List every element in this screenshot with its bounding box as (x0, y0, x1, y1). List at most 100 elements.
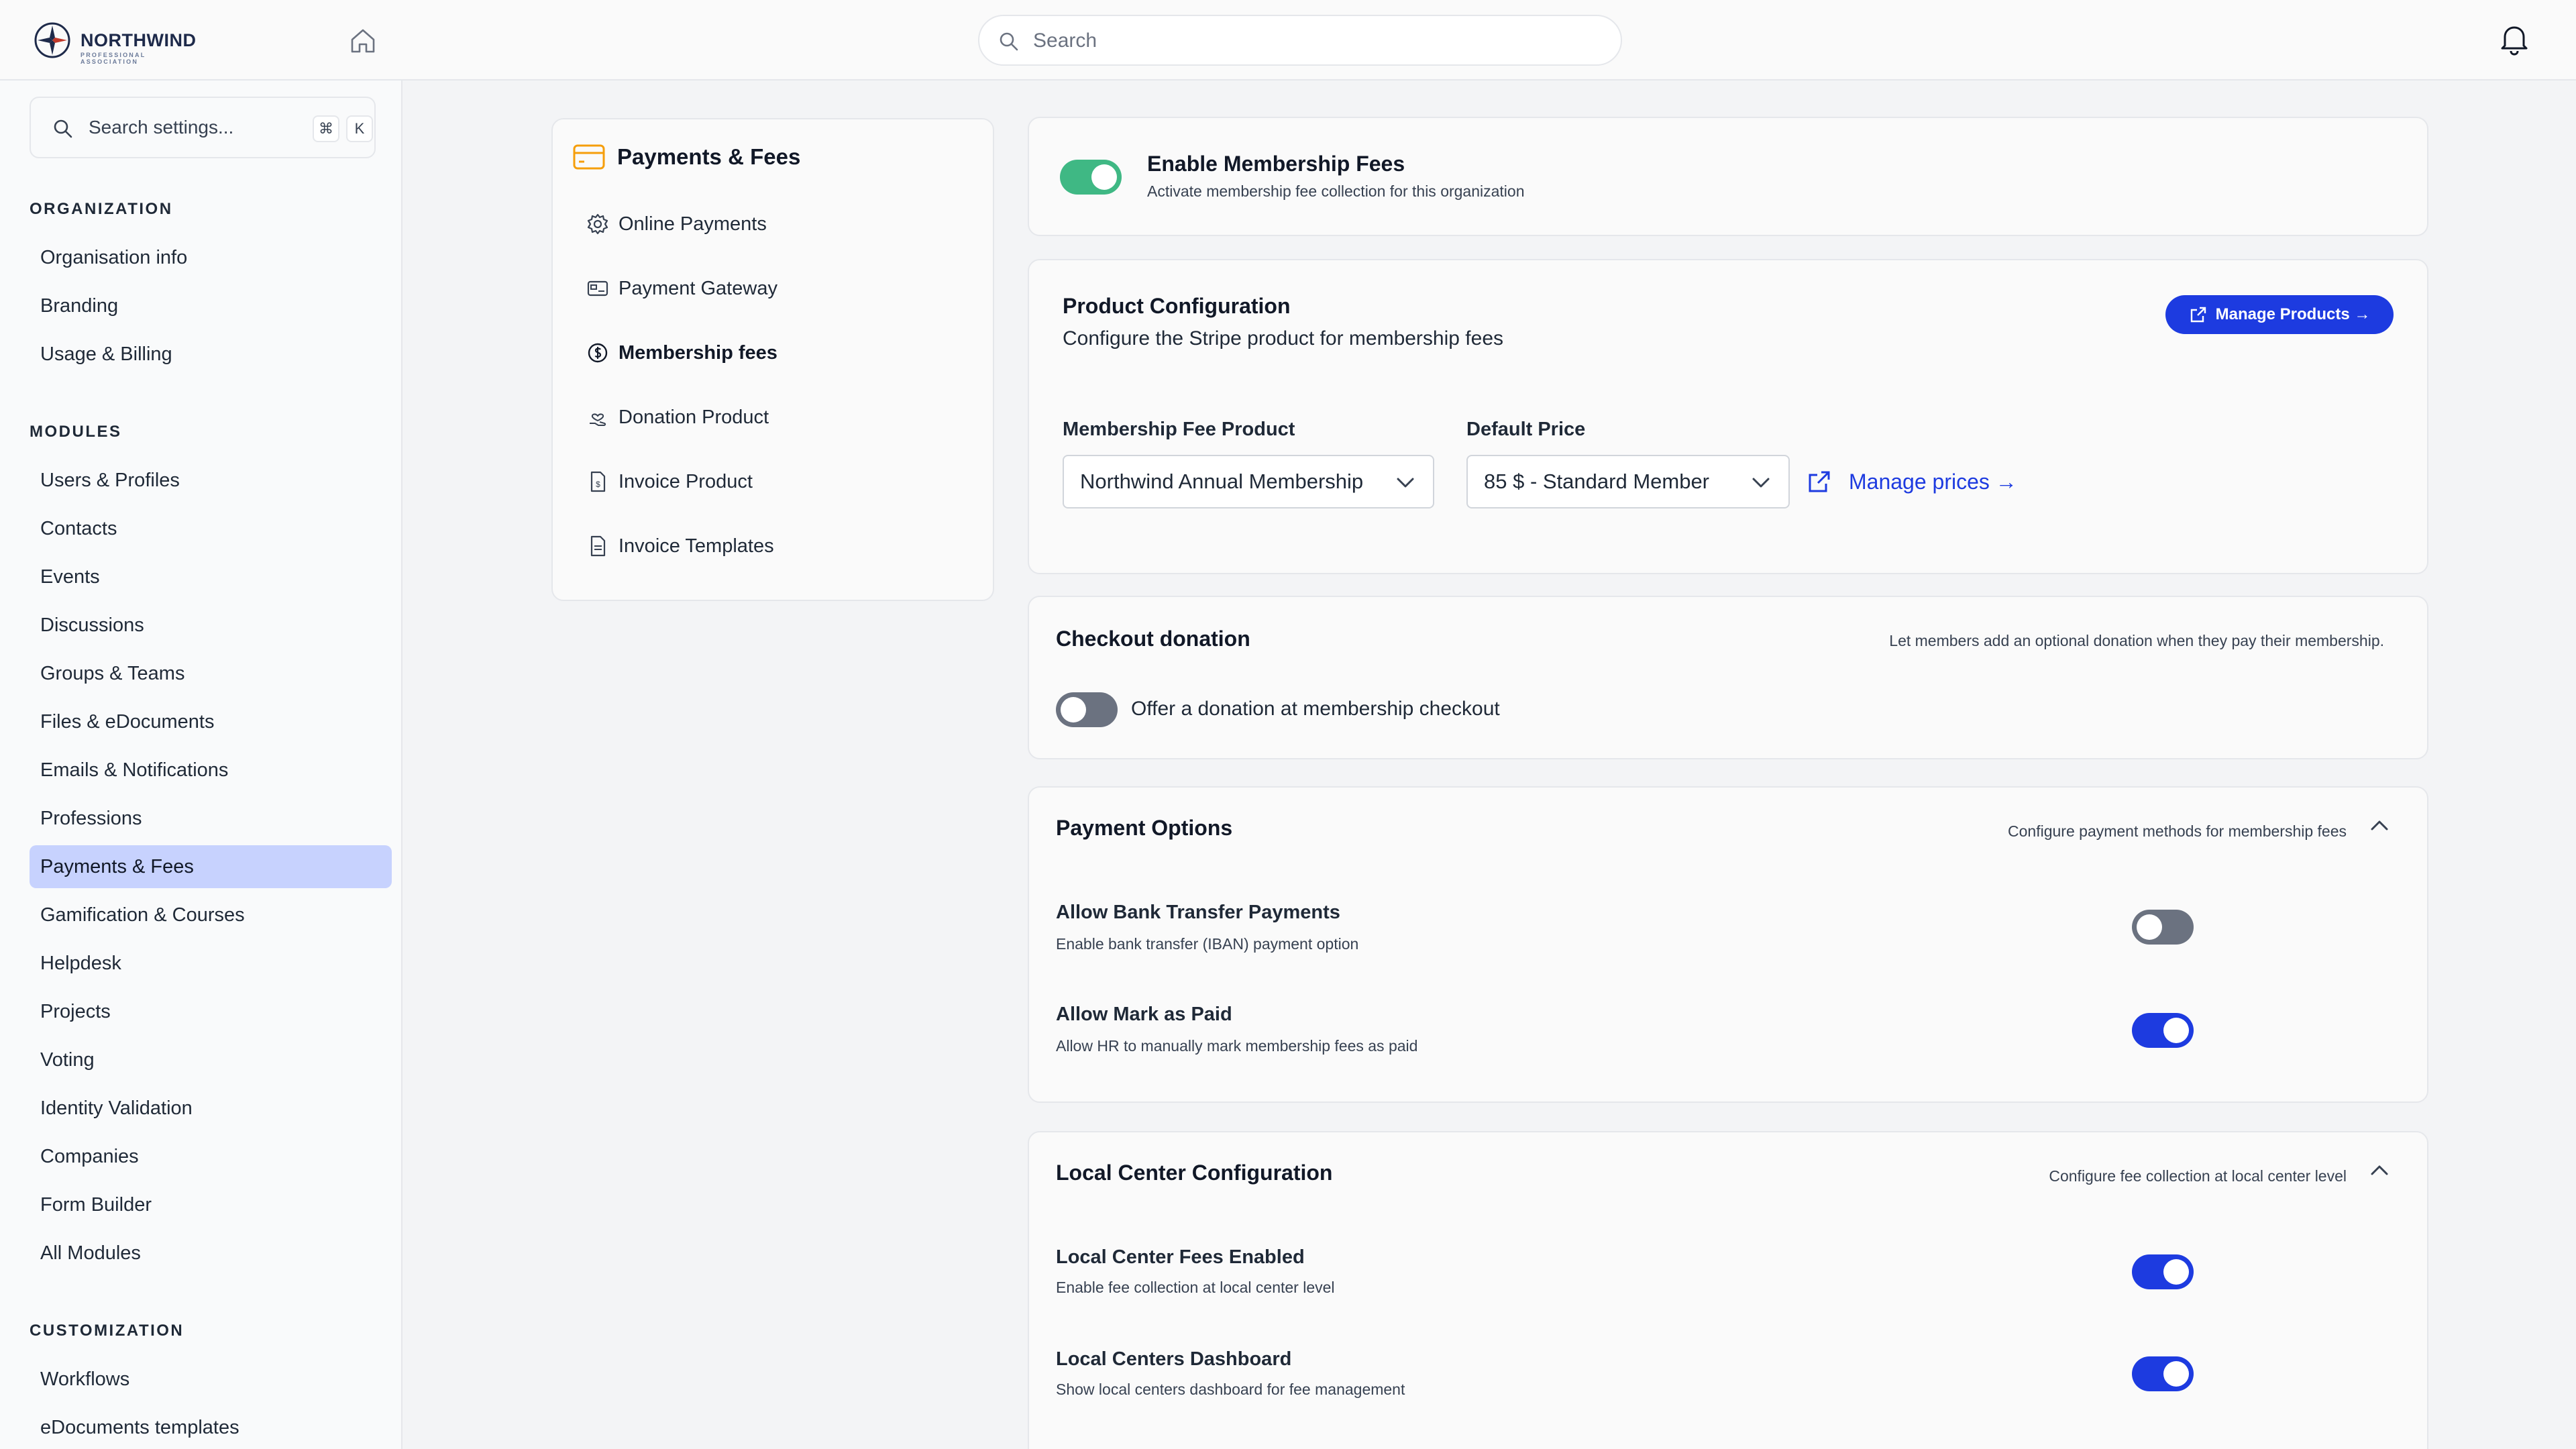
settings-sidebar: ⌘ K ORGANIZATION Organisation info Brand… (0, 80, 402, 1449)
shortcut-key-cmd: ⌘ (313, 115, 339, 142)
sidebar-item-all-modules[interactable]: All Modules (30, 1232, 392, 1275)
option-local-dashboard-title: Local Centers Dashboard (1056, 1348, 1292, 1370)
sidebar-item-workflows[interactable]: Workflows (30, 1358, 392, 1401)
sidebar-item-professions[interactable]: Professions (30, 797, 392, 840)
subnav-label: Invoice Templates (619, 535, 774, 557)
product-config-title: Product Configuration (1063, 294, 1291, 318)
price-select-value: 85 $ - Standard Member (1484, 470, 1710, 493)
chevron-up-icon[interactable] (2368, 814, 2391, 837)
chevron-down-icon (1397, 478, 1414, 488)
local-center-card: Local Center Configuration Configure fee… (1028, 1131, 2428, 1449)
product-select-value: Northwind Annual Membership (1080, 470, 1364, 493)
external-link-icon[interactable] (1806, 468, 1833, 495)
sidebar-item-emails-notifications[interactable]: Emails & Notifications (30, 749, 392, 792)
sidebar-item-usage-billing[interactable]: Usage & Billing (30, 333, 392, 376)
subnav-item-online-payments[interactable]: Online Payments (586, 204, 767, 244)
product-select[interactable]: Northwind Annual Membership (1063, 455, 1434, 508)
manage-products-label: Manage Products → (2215, 305, 2371, 323)
svg-text:$: $ (596, 480, 600, 489)
bank-transfer-toggle[interactable] (2132, 910, 2194, 945)
sidebar-item-organisation-info[interactable]: Organisation info (30, 236, 392, 279)
section-title-organization: ORGANIZATION (30, 200, 173, 218)
logo-subtitle: PROFESSIONAL ASSOCIATION (80, 52, 146, 65)
option-bank-transfer-description: Enable bank transfer (IBAN) payment opti… (1056, 935, 1359, 953)
sidebar-item-companies[interactable]: Companies (30, 1135, 392, 1178)
subnav-label: Invoice Product (619, 470, 753, 492)
sidebar-item-users-profiles[interactable]: Users & Profiles (30, 459, 392, 502)
compass-logo-icon (34, 22, 70, 58)
manage-prices-link[interactable]: Manage prices → (1849, 468, 2017, 495)
sidebar-item-groups-teams[interactable]: Groups & Teams (30, 652, 392, 695)
subnav-item-payment-gateway[interactable]: Payment Gateway (586, 268, 777, 309)
settings-search[interactable]: ⌘ K (30, 97, 376, 158)
section-title-customization: CUSTOMIZATION (30, 1322, 184, 1340)
payment-options-card: Payment Options Configure payment method… (1028, 786, 2428, 1103)
home-icon[interactable] (347, 25, 378, 56)
local-center-title: Local Center Configuration (1056, 1161, 1333, 1185)
enable-membership-card: Enable Membership Fees Activate membersh… (1028, 117, 2428, 236)
checkout-donation-card: Checkout donation Let members add an opt… (1028, 596, 2428, 759)
option-local-fees-title: Local Center Fees Enabled (1056, 1246, 1305, 1268)
document-icon (590, 535, 606, 557)
logo-name: NORTHWIND (80, 30, 197, 50)
price-select[interactable]: 85 $ - Standard Member (1466, 455, 1790, 508)
chevron-down-icon (1752, 478, 1770, 488)
credit-card-icon (573, 144, 605, 170)
local-centers-dashboard-toggle[interactable] (2132, 1356, 2194, 1391)
subnav-label: Online Payments (619, 213, 767, 235)
sidebar-item-events[interactable]: Events (30, 555, 392, 598)
chevron-up-icon[interactable] (2368, 1159, 2391, 1182)
settings-search-input[interactable] (89, 113, 303, 142)
global-search[interactable] (978, 15, 1622, 66)
bell-icon[interactable] (2496, 20, 2533, 58)
product-config-description: Configure the Stripe product for members… (1063, 327, 1503, 350)
subnav-title: Payments & Fees (617, 144, 801, 169)
external-link-icon (2190, 307, 2206, 323)
donation-hand-icon (590, 413, 606, 426)
sidebar-item-files-edocuments[interactable]: Files & eDocuments (30, 700, 392, 743)
sidebar-item-contacts[interactable]: Contacts (30, 507, 392, 550)
dollar-circle-icon (588, 343, 608, 363)
subnav-header: Payments & Fees (573, 144, 800, 170)
global-search-input[interactable] (1033, 25, 1597, 56)
search-icon (54, 119, 72, 138)
subnav-item-donation-product[interactable]: Donation Product (586, 397, 769, 437)
sidebar-item-branding[interactable]: Branding (30, 284, 392, 327)
sidebar-item-discussions[interactable]: Discussions (30, 604, 392, 647)
payment-options-note: Configure payment methods for membership… (2008, 822, 2347, 840)
option-bank-transfer-title: Allow Bank Transfer Payments (1056, 902, 1340, 923)
sidebar-item-helpdesk[interactable]: Helpdesk (30, 942, 392, 985)
payment-options-title: Payment Options (1056, 816, 1233, 840)
checkout-donation-toggle-label: Offer a donation at membership checkout (1131, 698, 1500, 720)
subnav-item-invoice-templates[interactable]: Invoice Templates (586, 526, 774, 566)
manage-prices-label: Manage prices → (1849, 469, 2017, 494)
membership-fees-toggle[interactable] (1060, 160, 1122, 195)
subnav-label: Donation Product (619, 406, 769, 428)
manage-products-button[interactable]: Manage Products → (2165, 295, 2394, 334)
sidebar-item-projects[interactable]: Projects (30, 990, 392, 1033)
option-local-fees-description: Enable fee collection at local center le… (1056, 1279, 1335, 1296)
option-local-dashboard-description: Show local centers dashboard for fee man… (1056, 1381, 1405, 1398)
checkout-donation-title: Checkout donation (1056, 627, 1250, 651)
checkout-donation-note: Let members add an optional donation whe… (1889, 632, 2384, 649)
sidebar-item-voting[interactable]: Voting (30, 1038, 392, 1081)
mark-as-paid-toggle[interactable] (2132, 1013, 2194, 1048)
logo[interactable]: NORTHWIND PROFESSIONAL ASSOCIATION (34, 21, 197, 65)
membership-fees-description: Activate membership fee collection for t… (1147, 182, 1525, 200)
gear-icon (587, 213, 608, 235)
subnav-label: Payment Gateway (619, 277, 777, 299)
local-center-note: Configure fee collection at local center… (2049, 1167, 2347, 1185)
sidebar-item-identity-validation[interactable]: Identity Validation (30, 1087, 392, 1130)
gateway-icon (587, 280, 608, 297)
subnav-item-invoice-product[interactable]: $ Invoice Product (586, 462, 753, 502)
sidebar-item-form-builder[interactable]: Form Builder (30, 1183, 392, 1226)
subnav-item-membership-fees[interactable]: Membership fees (586, 333, 777, 373)
sidebar-item-payments-fees[interactable]: Payments & Fees (30, 845, 392, 888)
sidebar-item-gamification-courses[interactable]: Gamification & Courses (30, 894, 392, 936)
subnav-label: Membership fees (619, 341, 777, 364)
checkout-donation-toggle[interactable] (1056, 692, 1118, 727)
sidebar-item-edocuments-templates[interactable]: eDocuments templates (30, 1406, 392, 1449)
search-icon (1000, 32, 1018, 51)
invoice-icon: $ (590, 471, 606, 492)
local-center-fees-toggle[interactable] (2132, 1254, 2194, 1289)
